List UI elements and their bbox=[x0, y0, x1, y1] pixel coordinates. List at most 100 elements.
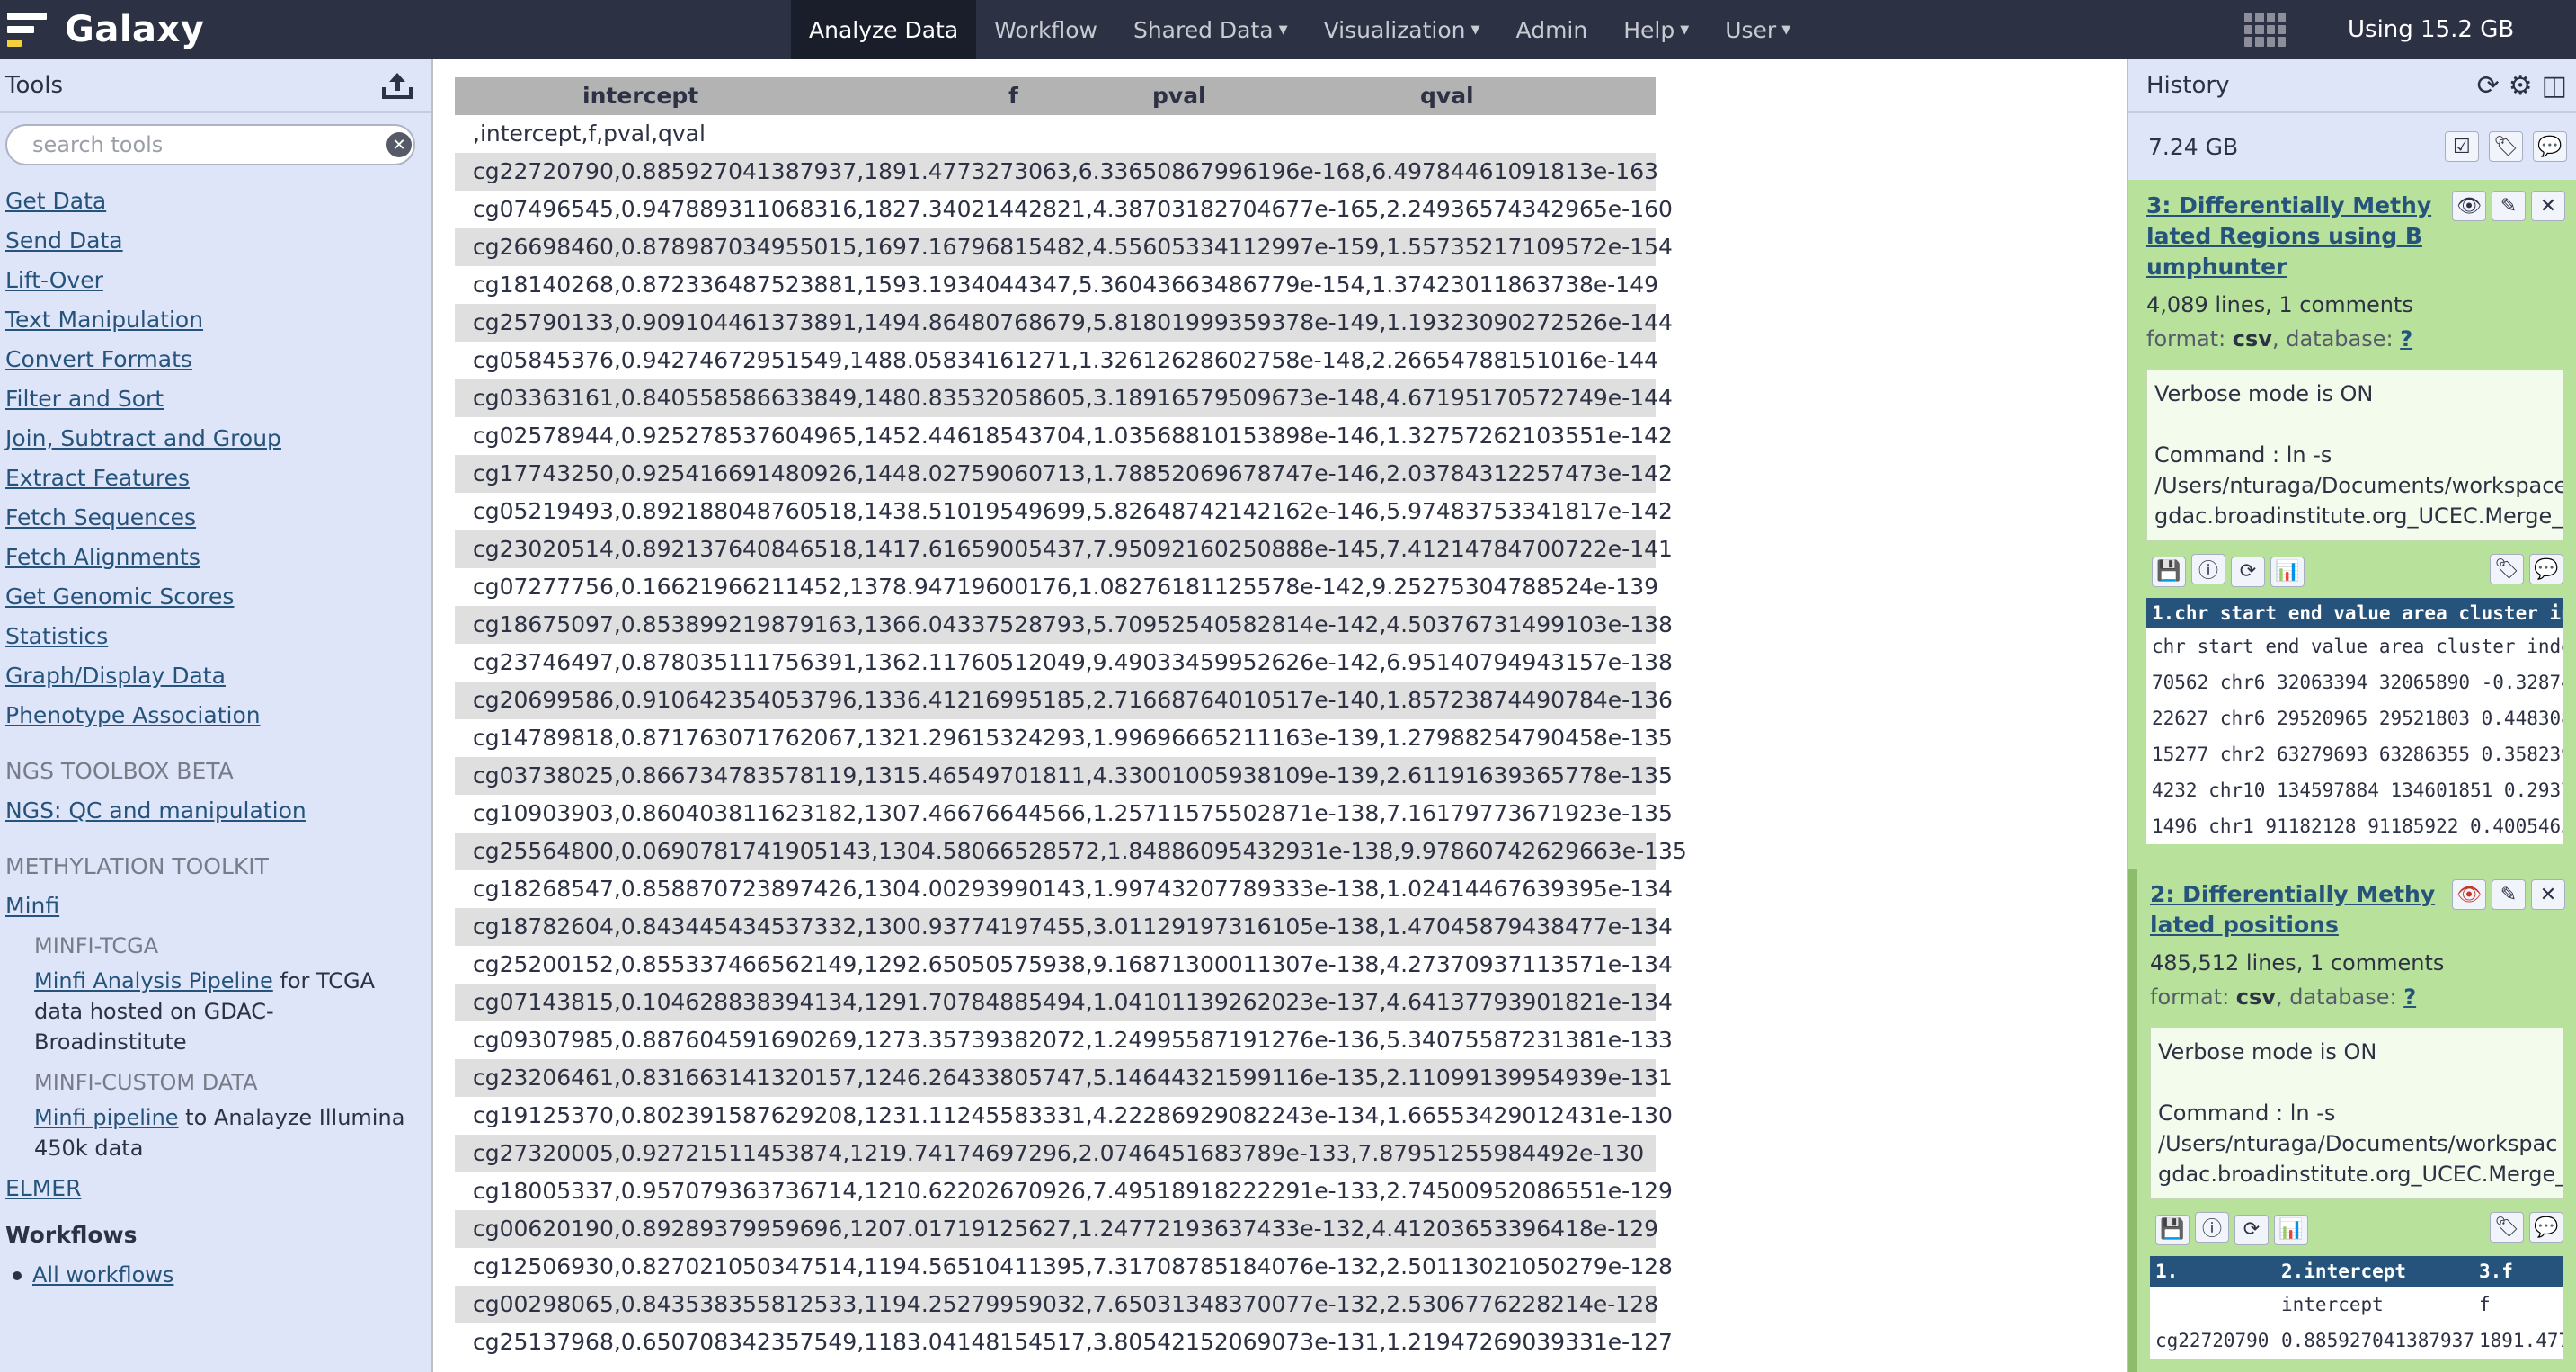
info-icon[interactable]: ⓘ bbox=[2191, 554, 2225, 584]
clear-search-icon[interactable]: ✕ bbox=[386, 132, 412, 157]
column-header-qval: qval bbox=[1420, 83, 1474, 109]
peek-column-header: 1. bbox=[2150, 1255, 2276, 1287]
nav-shared-data[interactable]: Shared Data ▼ bbox=[1115, 0, 1306, 59]
nav-workflow[interactable]: Workflow bbox=[976, 0, 1115, 59]
nav-analyze-data[interactable]: Analyze Data bbox=[791, 0, 977, 59]
table-row: cg07143815,0.104628838394134,1291.707848… bbox=[455, 984, 1673, 1021]
table-row: cg17743250,0.925416691480926,1448.027590… bbox=[455, 455, 1673, 493]
history-size: 7.24 GB bbox=[2148, 133, 2239, 160]
table-row: cg25564800,0.0690781741905143,1304.58066… bbox=[455, 833, 1687, 870]
database-link[interactable]: ? bbox=[2400, 326, 2412, 352]
pencil-icon[interactable]: ✎ bbox=[2492, 191, 2526, 221]
tool-section-ngs-qc[interactable]: NGS: QC and manipulation bbox=[0, 791, 431, 831]
brand-title: Galaxy bbox=[65, 9, 205, 50]
annotation-icon[interactable]: 💬 bbox=[2529, 1212, 2563, 1243]
table-row: cg25790133,0.909104461373891,1494.864807… bbox=[455, 304, 1673, 342]
peek-row: 1496 chr1 91182128 91185922 0.40054636 bbox=[2152, 815, 2563, 837]
table-row: cg03363161,0.840558586633849,1480.835320… bbox=[455, 379, 1673, 417]
tags-icon[interactable]: 🏷 bbox=[2488, 131, 2523, 162]
table-row: cg12506930,0.827021050347514,1194.565104… bbox=[473, 1253, 1673, 1279]
eye-icon[interactable]: 👁 bbox=[2452, 879, 2486, 910]
minfi-custom-label: MINFI-CUSTOM DATA bbox=[34, 1070, 258, 1095]
pencil-icon[interactable]: ✎ bbox=[2492, 879, 2526, 910]
refresh-icon[interactable]: ⟳ bbox=[2477, 70, 2500, 102]
column-header-f: f bbox=[1008, 83, 1018, 109]
save-icon[interactable]: 💾 bbox=[2155, 1214, 2190, 1245]
tags-icon[interactable]: 🏷 bbox=[2490, 554, 2524, 584]
gear-icon[interactable]: ⚙ bbox=[2509, 70, 2533, 102]
visualize-icon[interactable]: 📊 bbox=[2274, 1214, 2308, 1245]
rerun-icon[interactable]: ⟳ bbox=[2231, 556, 2265, 587]
scratchbook-grid-icon[interactable] bbox=[2244, 13, 2286, 47]
workflows-heading: Workflows bbox=[5, 1222, 138, 1248]
table-row: cg03738025,0.866734783578119,1315.465497… bbox=[455, 757, 1673, 795]
delete-icon[interactable]: ✕ bbox=[2531, 191, 2565, 221]
tool-section-lift-over[interactable]: Lift-Over bbox=[0, 261, 431, 300]
rerun-icon[interactable]: ⟳ bbox=[2234, 1214, 2269, 1245]
annotation-icon[interactable]: 💬 bbox=[2533, 131, 2567, 162]
dataset-title[interactable]: 3: Differentially Methylated Regions usi… bbox=[2146, 191, 2434, 282]
tool-section-fetch-alignments[interactable]: Fetch Alignments bbox=[0, 538, 431, 577]
table-row: cg23020514,0.892137640846518,1417.616590… bbox=[455, 530, 1673, 568]
table-row: cg25200152,0.855337466562149,1292.650505… bbox=[473, 951, 1673, 977]
eye-icon[interactable]: 👁 bbox=[2452, 191, 2486, 221]
delete-icon[interactable]: ✕ bbox=[2531, 879, 2565, 910]
tool-section-get-data[interactable]: Get Data bbox=[0, 182, 431, 221]
tool-panel: Tools ✕ Get Data Send Data Lift-Over Tex… bbox=[0, 59, 433, 1372]
tool-section-send-data[interactable]: Send Data bbox=[0, 221, 431, 261]
tool-section-filter-and-sort[interactable]: Filter and Sort bbox=[0, 379, 431, 419]
table-row: cg10903903,0.860403811623182,1307.466766… bbox=[473, 800, 1673, 826]
peek-cell: f bbox=[2479, 1293, 2491, 1315]
select-items-icon[interactable]: ☑ bbox=[2444, 131, 2479, 162]
tool-section-graph-display-data[interactable]: Graph/Display Data bbox=[0, 656, 431, 696]
brand[interactable]: Galaxy bbox=[7, 0, 204, 59]
table-row: cg22720790,0.885927041387937,1891.477327… bbox=[455, 153, 1658, 191]
minfi-tcga-tool: Minfi Analysis Pipeline for TCGA data ho… bbox=[34, 968, 376, 1055]
tool-section-phenotype-association[interactable]: Phenotype Association bbox=[0, 696, 431, 735]
history-size-row: 7.24 GB ☑ 🏷 💬 bbox=[2128, 113, 2576, 180]
nav-visualization[interactable]: Visualization ▼ bbox=[1306, 0, 1498, 59]
history-panel: History ⟳ ⚙ ◫ 7.24 GB ☑ 🏷 💬 👁 ✎ ✕ 3: Dif… bbox=[2127, 59, 2576, 1372]
table-row: cg26698460,0.878987034955015,1697.167968… bbox=[455, 228, 1673, 266]
tool-section-get-genomic-scores[interactable]: Get Genomic Scores bbox=[0, 577, 431, 617]
peek-row: chr start end value area cluster index bbox=[2152, 635, 2563, 657]
ngs-toolbox-label: NGS TOOLBOX BETA bbox=[5, 758, 234, 784]
tool-section-join-subtract-group[interactable]: Join, Subtract and Group bbox=[0, 419, 431, 459]
tags-icon[interactable]: 🏷 bbox=[2490, 1212, 2524, 1243]
table-row: cg18268547,0.858870723897426,1304.002939… bbox=[473, 876, 1673, 902]
tool-section-elmer[interactable]: ELMER bbox=[0, 1169, 431, 1208]
info-icon[interactable]: ⓘ bbox=[2195, 1212, 2229, 1243]
all-workflows-link[interactable]: All workflows bbox=[32, 1262, 173, 1287]
table-row: cg05219493,0.892188048760518,1438.510195… bbox=[473, 498, 1673, 524]
tool-section-fetch-sequences[interactable]: Fetch Sequences bbox=[0, 498, 431, 538]
database-link[interactable]: ? bbox=[2403, 984, 2416, 1010]
upload-icon[interactable] bbox=[381, 71, 413, 100]
minfi-analysis-pipeline-link[interactable]: Minfi Analysis Pipeline bbox=[34, 968, 273, 993]
visualize-icon[interactable]: 📊 bbox=[2270, 556, 2305, 587]
history-dataset-3: 👁 ✎ ✕ 3: Differentially Methylated Regio… bbox=[2128, 180, 2576, 869]
tool-section-convert-formats[interactable]: Convert Formats bbox=[0, 340, 431, 379]
nav-help[interactable]: Help ▼ bbox=[1605, 0, 1707, 59]
history-header-icons: ⟳ ⚙ ◫ bbox=[2477, 70, 2567, 102]
table-row: cg09307985,0.887604591690269,1273.357393… bbox=[473, 1027, 1673, 1053]
peek-row: 22627 chr6 29520965 29521803 0.4483080 bbox=[2152, 707, 2563, 729]
minfi-tcga-label: MINFI-TCGA bbox=[34, 933, 159, 958]
minfi-pipeline-link[interactable]: Minfi pipeline bbox=[34, 1105, 179, 1130]
galaxy-logo-icon bbox=[7, 10, 47, 49]
save-icon[interactable]: 💾 bbox=[2152, 556, 2186, 587]
peek-cell: 0.885927041387937 bbox=[2281, 1329, 2474, 1351]
nav-admin[interactable]: Admin bbox=[1498, 0, 1606, 59]
tool-section-text-manipulation[interactable]: Text Manipulation bbox=[0, 300, 431, 340]
annotation-icon[interactable]: 💬 bbox=[2529, 554, 2563, 584]
nav-user[interactable]: User ▼ bbox=[1707, 0, 1808, 59]
tool-section-statistics[interactable]: Statistics bbox=[0, 617, 431, 656]
table-row: cg25137968,0.650708342357549,1183.041481… bbox=[473, 1329, 1673, 1355]
tool-search-input[interactable] bbox=[5, 124, 415, 165]
columns-icon[interactable]: ◫ bbox=[2542, 70, 2567, 102]
peek-row: 70562 chr6 32063394 32065890 -0.328742 bbox=[2152, 671, 2563, 693]
dataset-info: Verbose mode is ON Command : ln -s /User… bbox=[2146, 369, 2563, 541]
tool-section-extract-features[interactable]: Extract Features bbox=[0, 459, 431, 498]
dataset-title[interactable]: 2: Differentially Methylated positions bbox=[2150, 879, 2438, 940]
tool-section-minfi[interactable]: Minfi bbox=[0, 886, 431, 926]
history-actions: ☑ 🏷 💬 bbox=[2439, 131, 2567, 162]
